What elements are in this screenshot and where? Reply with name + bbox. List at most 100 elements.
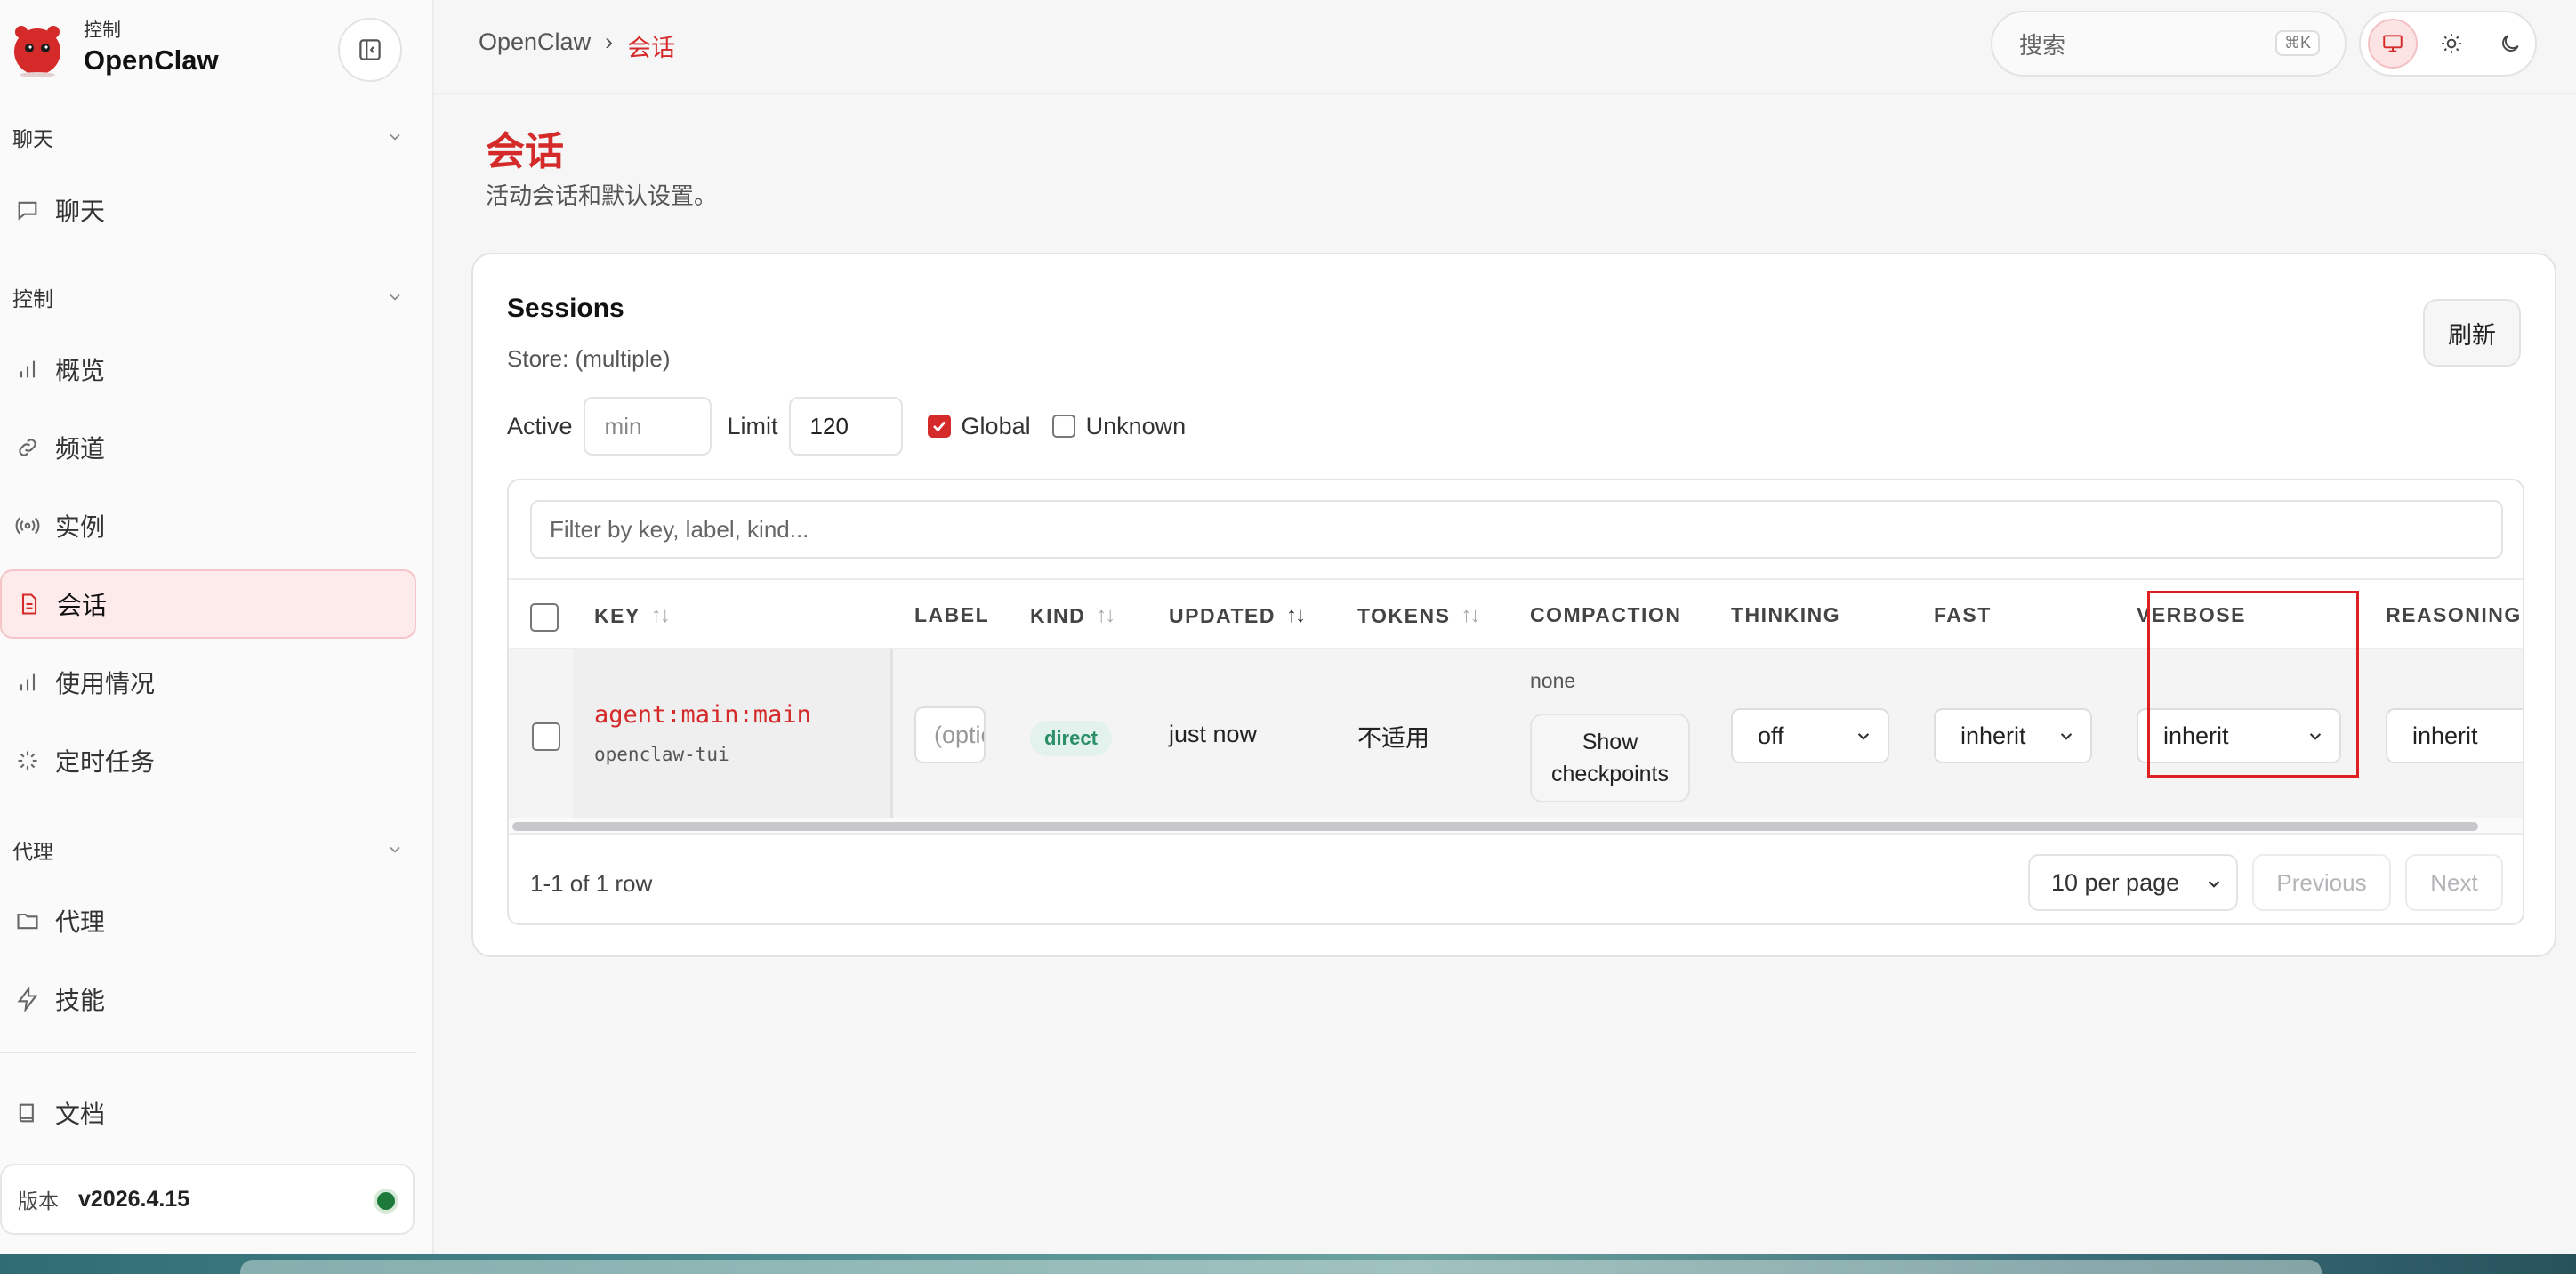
refresh-button[interactable]: 刷新 <box>2423 299 2521 367</box>
version-label: 版本 <box>18 1189 59 1213</box>
sidebar-item-label: 实例 <box>55 513 106 541</box>
desktop-background <box>0 1254 2576 1274</box>
nav-section-agents[interactable]: 代理 <box>12 832 404 867</box>
next-page-button[interactable]: Next <box>2405 854 2503 911</box>
reasoning-select[interactable]: inherit <box>2386 708 2523 763</box>
sidebar-item-channels[interactable]: 频道 <box>0 413 416 482</box>
sidebar-item-sessions[interactable]: 会话 <box>0 569 416 639</box>
nav-section-label: 聊天 <box>12 127 53 150</box>
sort-icon: ↑↓ <box>650 603 671 627</box>
sidebar-item-instances[interactable]: 实例 <box>0 491 416 560</box>
col-reasoning-label: REASONING <box>2386 603 2522 626</box>
global-checkbox[interactable] <box>927 415 951 438</box>
brand[interactable]: 控制 OpenClaw <box>7 18 219 78</box>
col-kind-label: KIND <box>1030 603 1086 627</box>
search-input[interactable]: 搜索 ⌘K <box>1991 11 2347 77</box>
limit-label: Limit <box>727 412 778 439</box>
col-key[interactable]: KEY ↑↓ <box>594 603 671 628</box>
verbose-select[interactable]: inherit <box>2137 708 2341 763</box>
loader-icon <box>14 747 41 774</box>
nav-section-chat[interactable]: 聊天 <box>12 119 404 155</box>
show-checkpoints-line2: checkpoints <box>1550 762 1670 786</box>
sidebar-item-docs[interactable]: 文档 <box>0 1078 416 1148</box>
sidebar-item-agents[interactable]: 代理 <box>0 886 416 956</box>
topbar: OpenClaw › 会话 搜索 ⌘K <box>434 0 2576 94</box>
search-shortcut: ⌘K <box>2274 30 2320 56</box>
per-page-select[interactable]: 10 per page <box>2028 854 2238 911</box>
fast-select[interactable]: inherit <box>1934 708 2092 763</box>
sidebar-item-usage[interactable]: 使用情况 <box>0 648 416 717</box>
theme-system-button[interactable] <box>2368 19 2418 69</box>
status-dot-icon <box>377 1192 395 1210</box>
previous-page-button[interactable]: Previous <box>2252 854 2391 911</box>
active-minutes-input[interactable]: min <box>583 397 712 456</box>
session-key-link[interactable]: agent:main:main <box>594 701 811 729</box>
filter-placeholder: Filter by key, label, kind... <box>550 515 809 543</box>
nav-section-control[interactable]: 控制 <box>12 279 404 315</box>
lightning-icon <box>14 986 41 1012</box>
sidebar-item-cron[interactable]: 定时任务 <box>0 726 416 795</box>
updated-cell: just now <box>1169 721 1258 747</box>
sidebar-item-label: 代理 <box>55 908 106 936</box>
filters-row: Active min Limit 120 Global Unknown <box>507 397 1186 456</box>
chevron-down-icon <box>1857 733 1870 740</box>
col-fast-label: FAST <box>1934 603 1992 626</box>
active-placeholder: min <box>604 412 642 439</box>
sort-icon: ↑↓ <box>1096 603 1115 627</box>
brand-name: OpenClaw <box>84 44 219 76</box>
horizontal-scrollbar[interactable] <box>509 818 2523 833</box>
chevron-down-icon <box>2208 881 2220 888</box>
table-filter-input[interactable]: Filter by key, label, kind... <box>530 500 2503 559</box>
sidebar-item-overview[interactable]: 概览 <box>0 335 416 404</box>
breadcrumb-root[interactable]: OpenClaw <box>479 28 591 63</box>
sidebar-item-skills[interactable]: 技能 <box>0 964 416 1034</box>
sessions-card: Sessions Store: (multiple) 刷新 Active min… <box>471 253 2556 957</box>
theme-light-button[interactable] <box>2427 19 2476 69</box>
book-icon <box>14 1100 41 1126</box>
bar-chart-icon <box>14 356 41 383</box>
select-all-checkbox[interactable] <box>530 603 559 632</box>
sort-icon: ↑↓ <box>1461 603 1480 627</box>
table-footer: 1-1 of 1 row 10 per page Previous Next <box>509 833 2523 923</box>
breadcrumb: OpenClaw › 会话 <box>479 28 675 63</box>
sidebar-item-chat[interactable]: 聊天 <box>0 175 416 245</box>
sessions-table: Filter by key, label, kind... KEY ↑↓ LAB… <box>507 479 2524 925</box>
theme-dark-button[interactable] <box>2485 19 2535 69</box>
reasoning-value: inherit <box>2412 722 2478 749</box>
label-input[interactable]: (optional) <box>914 706 986 763</box>
bar-chart-icon <box>14 669 41 696</box>
collapse-sidebar-button[interactable] <box>338 18 402 82</box>
search-placeholder: 搜索 <box>2019 31 2066 59</box>
radio-signal-icon <box>14 512 41 539</box>
col-fast: FAST <box>1934 603 1992 627</box>
chevron-down-icon <box>390 846 400 853</box>
per-page-value: 10 per page <box>2051 868 2180 896</box>
row-count: 1-1 of 1 row <box>530 870 653 897</box>
col-verbose-label: VERBOSE <box>2137 603 2246 626</box>
row-checkbox[interactable] <box>532 722 560 751</box>
chevron-down-icon <box>2060 733 2073 740</box>
compaction-status: none <box>1530 669 1576 692</box>
theme-switcher <box>2359 11 2537 77</box>
col-tokens[interactable]: TOKENS ↑↓ <box>1357 603 1480 628</box>
kind-badge: direct <box>1030 721 1112 756</box>
monitor-icon <box>2383 35 2403 52</box>
col-compaction: COMPACTION <box>1530 603 1681 627</box>
scrollbar-thumb[interactable] <box>512 822 2478 831</box>
col-kind[interactable]: KIND ↑↓ <box>1030 603 1115 628</box>
openclaw-logo-icon <box>7 18 68 78</box>
sidebar-item-label: 聊天 <box>55 198 106 225</box>
label-placeholder: (optional) <box>934 722 984 748</box>
limit-input[interactable]: 120 <box>788 397 903 456</box>
thinking-select[interactable]: off <box>1731 708 1889 763</box>
sidebar-divider <box>0 1052 416 1053</box>
document-icon <box>16 591 43 617</box>
col-tokens-label: TOKENS <box>1357 603 1451 627</box>
table-row: agent:main:main openclaw-tui (optional) … <box>509 649 2523 818</box>
show-checkpoints-button[interactable]: Show checkpoints <box>1530 714 1690 802</box>
col-thinking: THINKING <box>1731 603 1840 627</box>
col-thinking-label: THINKING <box>1731 603 1841 626</box>
unknown-checkbox[interactable] <box>1051 415 1075 438</box>
breadcrumb-separator: › <box>605 28 614 55</box>
col-updated[interactable]: UPDATED ↑↓ <box>1169 603 1306 628</box>
